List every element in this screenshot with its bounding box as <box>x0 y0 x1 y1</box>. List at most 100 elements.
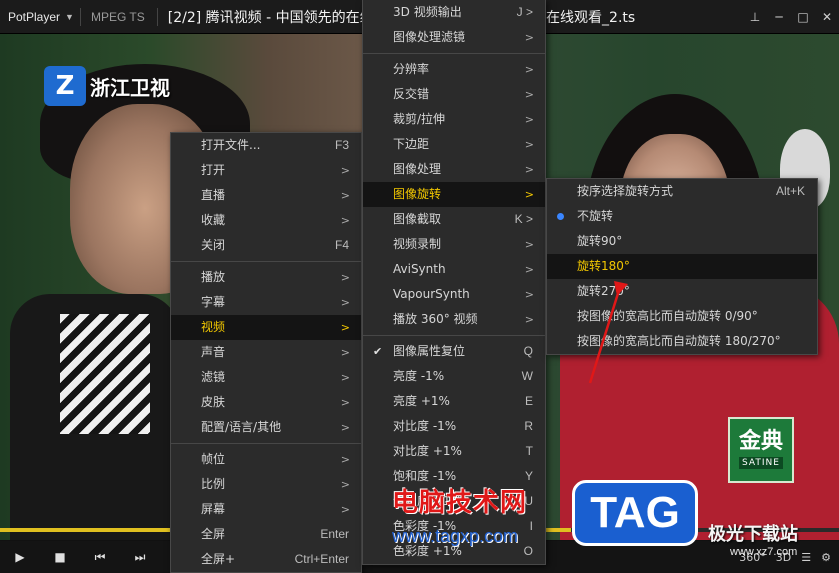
menu-item-rotate-90[interactable]: 旋转90° <box>547 229 817 254</box>
menu-item-frame[interactable]: 帧位 > <box>171 447 361 472</box>
menu-item-image-capture[interactable]: 图像截取 K > <box>363 207 545 232</box>
minimize-button[interactable]: ─ <box>767 10 791 24</box>
menu-item-label: 图像截取 <box>393 212 442 226</box>
menu-item-rotate-270[interactable]: 旋转270° <box>547 279 817 304</box>
shortcut-label: J > <box>516 5 533 19</box>
menu-item-label: 全屏 <box>201 527 226 541</box>
menu-item-label: 配置/语言/其他 <box>201 420 282 434</box>
shortcut-label: Enter <box>320 527 349 541</box>
menu-item-playback[interactable]: 播放 > <box>171 265 361 290</box>
menu-item-label: 比例 <box>201 477 226 491</box>
menu-item-crop-stretch[interactable]: 裁剪/拉伸 > <box>363 107 545 132</box>
menu-item-fullscreen-plus[interactable]: 全屏+ Ctrl+Enter <box>171 547 361 572</box>
menu-item-deinterlace[interactable]: 反交错 > <box>363 82 545 107</box>
menu-item-screen[interactable]: 屏幕 > <box>171 497 361 522</box>
chevron-right-icon: > <box>340 271 350 284</box>
app-menu-button[interactable]: PotPlayer ▼ <box>0 0 80 34</box>
menu-item-3d-output[interactable]: 3D 视频输出 J > <box>363 0 545 25</box>
site-logo-url: www.xz7.com <box>730 546 798 558</box>
menu-item-open-file[interactable]: 打开文件... F3 <box>171 133 361 158</box>
chevron-right-icon: > <box>524 163 534 176</box>
menu-item-image-processing[interactable]: 图像处理 > <box>363 157 545 182</box>
menu-item-open[interactable]: 打开 > <box>171 158 361 183</box>
channel-logo-text: 浙江卫视 <box>90 76 170 100</box>
menu-item-bottom-margin[interactable]: 下边距 > <box>363 132 545 157</box>
menu-item-label: 图像处理滤镜 <box>393 30 466 44</box>
menu-item-label: 分辨率 <box>393 62 430 76</box>
context-menu-video: 3D 视频输出 J > 图像处理滤镜 > 分辨率 > 反交错 > 裁剪/拉伸 > 下边距 >… <box>362 0 546 565</box>
menu-item-label: 对比度 +1% <box>393 444 462 458</box>
chevron-right-icon: > <box>524 113 534 126</box>
next-button[interactable]: ⏭ <box>120 541 160 573</box>
menu-item-resolution[interactable]: 分辨率 > <box>363 57 545 82</box>
menu-item-label: 收藏 <box>201 213 226 227</box>
menu-item-label: 亮度 +1% <box>393 394 450 408</box>
chevron-right-icon: > <box>524 31 534 44</box>
menu-item-label: 饱和度 -1% <box>393 469 457 483</box>
menu-item-vapoursynth[interactable]: VapourSynth > <box>363 282 545 307</box>
close-button[interactable]: ✕ <box>815 10 839 24</box>
chevron-right-icon: > <box>340 421 350 434</box>
menu-item-label: 图像旋转 <box>393 187 442 201</box>
menu-item-no-rotation[interactable]: 不旋转 <box>547 204 817 229</box>
app-name: PotPlayer <box>8 9 61 24</box>
menu-item-auto-rotate-180-270[interactable]: 按图像的宽高比而自动旋转 180/270° <box>547 329 817 354</box>
menu-item-label: 皮肤 <box>201 395 226 409</box>
menu-item-label: 旋转270° <box>577 284 630 298</box>
menu-item-label: 播放 <box>201 270 226 284</box>
menu-item-rotate-180[interactable]: 旋转180° <box>547 254 817 279</box>
menu-item-auto-rotate-0-90[interactable]: 按图像的宽高比而自动旋转 0/90° <box>547 304 817 329</box>
chevron-right-icon: > <box>524 63 534 76</box>
menu-item-contrast-up[interactable]: 对比度 +1% T <box>363 439 545 464</box>
stop-button[interactable]: ■ <box>40 541 80 573</box>
menu-item-reset-image[interactable]: ✔ 图像属性复位 Q <box>363 339 545 364</box>
codec-label: MPEG TS <box>90 9 145 24</box>
channel-logo-icon: Z <box>44 66 86 106</box>
menu-divider <box>171 443 361 444</box>
menu-item-live[interactable]: 直播 > <box>171 183 361 208</box>
settings-icon[interactable]: ⚙ <box>821 551 831 564</box>
menu-item-audio[interactable]: 声音 > <box>171 340 361 365</box>
radio-selected-icon <box>557 213 564 220</box>
brand-logo-big: 金典 <box>738 429 783 454</box>
chevron-right-icon: > <box>340 396 350 409</box>
menu-item-brightness-down[interactable]: 亮度 -1% W <box>363 364 545 389</box>
menu-item-fullscreen[interactable]: 全屏 Enter <box>171 522 361 547</box>
shortcut-label: I <box>529 519 533 533</box>
previous-button[interactable]: ⏮ <box>80 541 120 573</box>
chevron-right-icon: > <box>524 138 534 151</box>
tag-logo: TAG <box>572 480 698 546</box>
menu-item-video[interactable]: 视频 > <box>171 315 361 340</box>
play-button[interactable]: ▶ <box>0 541 40 573</box>
menu-item-cycle-rotation[interactable]: 按序选择旋转方式 Alt+K <box>547 179 817 204</box>
menu-item-filters[interactable]: 滤镜 > <box>171 365 361 390</box>
menu-item-subtitles[interactable]: 字幕 > <box>171 290 361 315</box>
menu-item-360-video[interactable]: 播放 360° 视频 > <box>363 307 545 332</box>
shortcut-label: Q <box>523 344 533 358</box>
chevron-right-icon: > <box>524 188 534 201</box>
chevron-right-icon: > <box>340 371 350 384</box>
playlist-icon[interactable]: ☰ <box>801 551 811 564</box>
menu-item-brightness-up[interactable]: 亮度 +1% E <box>363 389 545 414</box>
menu-item-contrast-down[interactable]: 对比度 -1% R <box>363 414 545 439</box>
menu-item-video-recording[interactable]: 视频录制 > <box>363 232 545 257</box>
context-menu-rotation: 按序选择旋转方式 Alt+K 不旋转 旋转90° 旋转180° 旋转270° 按图… <box>546 178 818 355</box>
menu-divider <box>363 335 545 336</box>
menu-item-label: 不旋转 <box>577 209 614 223</box>
menu-item-close[interactable]: 关闭 F4 <box>171 233 361 258</box>
menu-item-label: 帧位 <box>201 452 226 466</box>
shortcut-label: Ctrl+Enter <box>294 552 349 566</box>
menu-item-image-rotation[interactable]: 图像旋转 > <box>363 182 545 207</box>
pin-icon[interactable]: ⊥ <box>743 10 767 24</box>
chevron-right-icon: > <box>524 238 534 251</box>
menu-item-config[interactable]: 配置/语言/其他 > <box>171 415 361 440</box>
site-logo-text: 极光下载站 <box>708 524 798 545</box>
menu-item-favorites[interactable]: 收藏 > <box>171 208 361 233</box>
menu-item-image-filter[interactable]: 图像处理滤镜 > <box>363 25 545 50</box>
menu-item-ratio[interactable]: 比例 > <box>171 472 361 497</box>
menu-item-avisynth[interactable]: AviSynth > <box>363 257 545 282</box>
menu-item-label: 屏幕 <box>201 502 226 516</box>
maximize-button[interactable]: □ <box>791 10 815 24</box>
menu-item-label: 反交错 <box>393 87 430 101</box>
menu-item-skins[interactable]: 皮肤 > <box>171 390 361 415</box>
